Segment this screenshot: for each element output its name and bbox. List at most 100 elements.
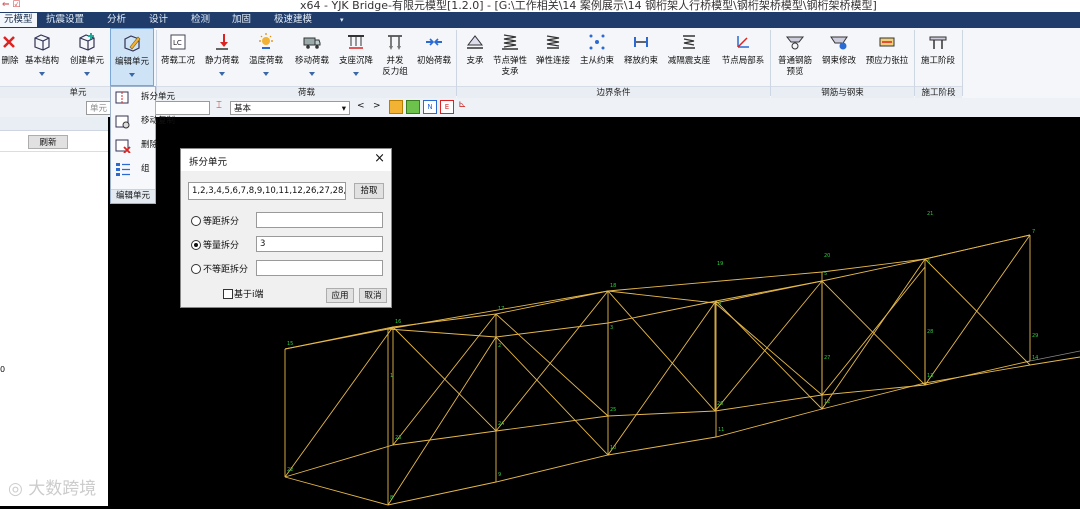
create-cube-icon <box>79 33 95 51</box>
pick-button[interactable]: 拾取 <box>354 183 384 199</box>
delete-item[interactable]: 删除 <box>115 135 179 155</box>
app-icon: ⇐ ☑ <box>2 0 21 10</box>
master-slave-button[interactable]: 主从约束 <box>576 28 618 86</box>
node-label: 22 <box>287 467 293 473</box>
dropdown-footer: 编辑单元 <box>111 189 155 203</box>
display-icon-1[interactable] <box>389 100 403 114</box>
static-load-button[interactable]: 静力荷载 <box>201 28 243 86</box>
equal-count-field[interactable]: 3 <box>256 236 383 252</box>
equal-distance-field[interactable] <box>256 212 383 228</box>
node-label: 12 <box>824 399 830 405</box>
elastic-link-icon <box>546 35 560 49</box>
release-icon <box>634 37 648 47</box>
tab-seismic[interactable]: 抗震设置 <box>42 13 88 27</box>
base-i-end-checkbox[interactable] <box>223 289 233 299</box>
section-icon[interactable]: ⌶ <box>216 100 222 111</box>
apply-button[interactable]: 应用 <box>326 288 354 303</box>
support-settlement-button[interactable]: 支座沉降 <box>336 28 376 86</box>
refresh-button[interactable]: 刷新 <box>28 135 68 149</box>
tab-quick-model[interactable]: 极速建模 <box>270 13 316 27</box>
node-label: 14 <box>1032 355 1038 361</box>
left-panel: 刷新 0 <box>0 117 108 506</box>
equal-count-radio[interactable] <box>191 240 201 250</box>
axis-display-icon[interactable]: ⊾ <box>458 99 466 110</box>
concurrent-reaction-button[interactable]: 并发 反力组 <box>377 28 413 86</box>
node-label: 23 <box>395 435 401 441</box>
initial-load-button[interactable]: 初始荷载 <box>414 28 454 86</box>
initial-load-icon <box>426 38 442 46</box>
rebar-preview-button[interactable]: 普通钢筋 预览 <box>772 28 818 86</box>
spring-icon <box>502 34 518 50</box>
axis-icon <box>737 36 749 48</box>
delete-button[interactable]: 删除 <box>0 28 20 86</box>
node-label: 7 <box>1032 229 1035 235</box>
chevron-down-icon: ▾ <box>341 104 346 114</box>
node-label: 4 <box>718 301 721 307</box>
release-constraint-button[interactable]: 释放约束 <box>619 28 663 86</box>
isolation-bearing-button[interactable]: 减隔震支座 <box>664 28 714 86</box>
basic-structure-button[interactable]: 基本结构 <box>22 28 62 86</box>
cube-icon <box>34 34 50 51</box>
tendon-edit-button[interactable]: 钢束修改 <box>818 28 860 86</box>
load-case-button[interactable]: LC 荷载工况 <box>158 28 198 86</box>
node-label: 3 <box>610 325 613 331</box>
split-element-item[interactable]: 拆分单元 <box>115 87 179 107</box>
node-label: 16 <box>395 319 401 325</box>
node-label: 6 <box>927 259 930 265</box>
node-label: 5 <box>824 271 827 277</box>
node-label: 18 <box>610 283 616 289</box>
node-label: 25 <box>610 407 616 413</box>
support-button[interactable]: 支承 <box>458 28 492 86</box>
tab-reinforce[interactable]: 加固 <box>228 13 255 27</box>
create-element-button[interactable]: 创建单元 <box>67 28 107 86</box>
moving-load-button[interactable]: 移动荷载 <box>290 28 334 86</box>
delete-icon <box>3 36 15 48</box>
node-label: 19 <box>717 261 723 267</box>
close-icon[interactable]: × <box>374 151 385 166</box>
node-label: 28 <box>927 329 933 335</box>
element-list-field[interactable]: 1,2,3,4,5,6,7,8,9,10,11,12,26,27,28,29, <box>188 182 346 200</box>
node-label: 8 <box>390 495 393 501</box>
tab-check[interactable]: 检测 <box>187 13 214 27</box>
stage-icon <box>929 36 947 49</box>
node-label: 24 <box>498 421 504 427</box>
elastic-link-button[interactable]: 弹性连接 <box>532 28 574 86</box>
temperature-icon <box>259 33 273 49</box>
nav-next-button[interactable]: > <box>373 101 381 111</box>
node-label: 29 <box>1032 333 1038 339</box>
node-label: 20 <box>824 253 830 259</box>
rebar-icon <box>785 36 805 50</box>
node-label: 15 <box>287 341 293 347</box>
temperature-load-button[interactable]: 温度荷载 <box>245 28 287 86</box>
panel-number: 0 <box>0 365 6 374</box>
move-copy-item[interactable]: 移动复制 <box>115 111 179 131</box>
master-slave-icon <box>589 34 605 50</box>
ribbon-tab-bar: 元模型 抗震设置 分析 设计 检测 加固 极速建模 ▾ <box>0 12 1080 28</box>
equal-distance-radio[interactable] <box>191 216 201 226</box>
cancel-button[interactable]: 取消 <box>359 288 387 303</box>
support-icon <box>466 35 484 49</box>
unequal-distance-radio[interactable] <box>191 264 201 274</box>
unequal-distance-field[interactable] <box>256 260 383 276</box>
element-number-icon[interactable]: E <box>440 100 454 114</box>
node-label: 9 <box>498 472 501 478</box>
nav-prev-button[interactable]: < <box>357 101 365 111</box>
group-item[interactable]: 组 <box>115 159 179 179</box>
lc-icon: LC <box>170 34 186 50</box>
prestress-button[interactable]: 预应力张拉 <box>862 28 912 86</box>
split-element-dialog: 拆分单元 × 1,2,3,4,5,6,7,8,9,10,11,12,26,27,… <box>180 148 392 308</box>
node-local-system-button[interactable]: 节点局部系 <box>716 28 770 86</box>
node-number-icon[interactable]: N <box>423 100 437 114</box>
node-label: 11 <box>718 427 724 433</box>
tab-model[interactable]: 元模型 <box>0 13 37 27</box>
display-icon-2[interactable] <box>406 100 420 114</box>
basic-combo[interactable]: 基本 ▾ <box>230 101 350 115</box>
tab-menu-icon[interactable]: ▾ <box>336 13 348 27</box>
construction-stage-button[interactable]: 施工阶段 <box>916 28 960 86</box>
watermark: ◎ 大数跨境 <box>8 479 97 499</box>
dialog-title: 拆分单元 <box>189 157 228 168</box>
tab-analysis[interactable]: 分析 <box>103 13 130 27</box>
tab-design[interactable]: 设计 <box>145 13 172 27</box>
edit-element-button[interactable]: 编辑单元 <box>110 28 154 86</box>
node-elastic-support-button[interactable]: 节点弹性 支承 <box>492 28 528 86</box>
